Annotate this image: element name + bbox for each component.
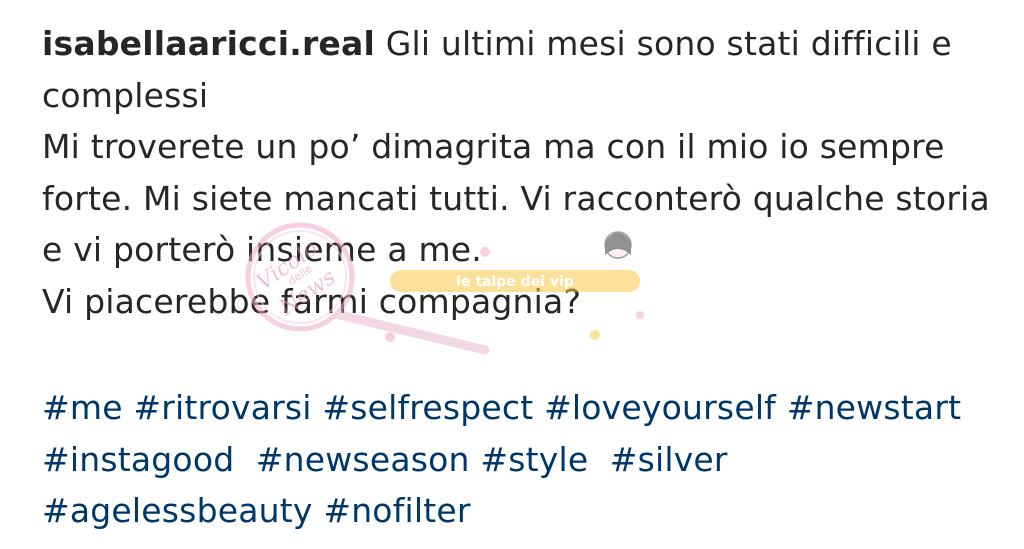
hashtag-link[interactable]: #style (480, 440, 588, 479)
caption-text: Vi piacerebbe farmi compagnia? (42, 281, 582, 321)
hashtag-link[interactable]: #newseason (256, 440, 470, 479)
avatar[interactable] (56, 0, 130, 8)
caption-paragraph-3: Vi piacerebbe farmi compagnia? (42, 276, 1002, 328)
caption-paragraph-2: Mi troverete un po’ dimagrita ma con il … (42, 121, 1002, 276)
caption-text: Mi troverete un po’ dimagrita ma con il … (42, 127, 990, 269)
caption-paragraph-1: isabellaaricci.real Gli ultimi mesi sono… (42, 18, 1002, 121)
hashtag-link[interactable]: #newstart (787, 388, 962, 427)
hashtag-list: #me #ritrovarsi #selfrespect #loveyourse… (42, 382, 1002, 537)
hashtag-link[interactable]: #selfrespect (322, 388, 533, 427)
hashtag-link[interactable]: #instagood (42, 440, 234, 479)
hashtag-link[interactable]: #me (42, 388, 123, 427)
hashtag-link[interactable]: #silver (610, 440, 728, 479)
hashtag-link[interactable]: #ritrovarsi (133, 388, 311, 427)
hashtag-link[interactable]: #agelessbeauty (42, 491, 313, 530)
post-caption: isabellaaricci.real Gli ultimi mesi sono… (42, 18, 1002, 327)
hashtag-link[interactable]: #nofilter (323, 491, 470, 530)
username-link[interactable]: isabellaaricci.real (42, 24, 375, 63)
hashtag-link[interactable]: #loveyourself (544, 388, 776, 427)
